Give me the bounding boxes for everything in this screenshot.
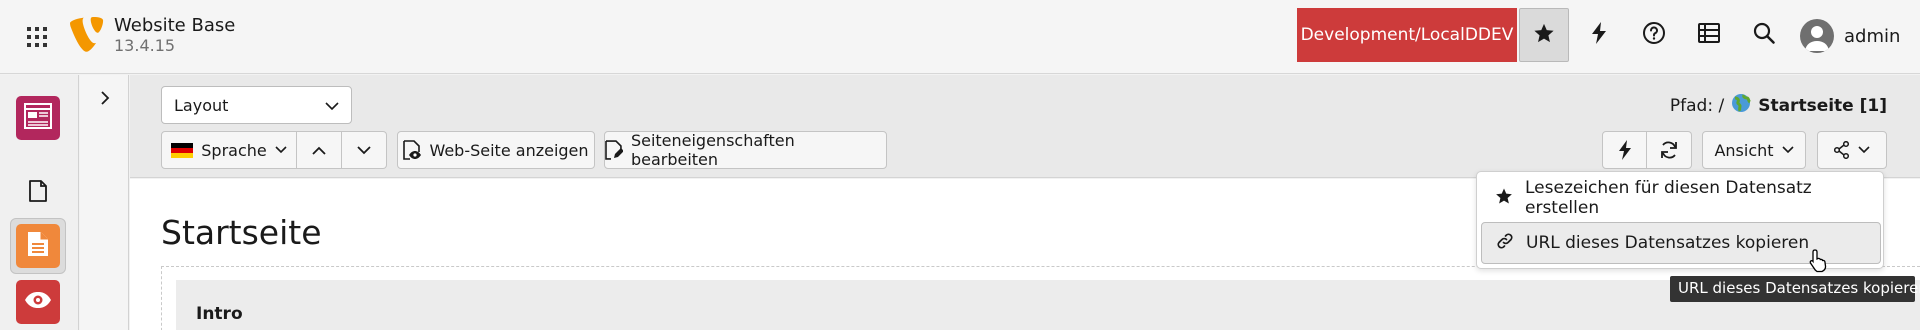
page-tree-column (80, 75, 129, 330)
user-name: admin (1844, 25, 1901, 47)
language-button[interactable]: Sprache (161, 131, 297, 169)
list-icon (1698, 23, 1720, 47)
lightning-icon (1591, 22, 1607, 48)
user-menu[interactable]: admin (1800, 17, 1900, 55)
module-view[interactable] (16, 280, 60, 324)
move-up-button[interactable] (297, 131, 342, 169)
page-column: Intro (161, 266, 1920, 330)
move-down-button[interactable] (342, 131, 387, 169)
column-title: Intro (196, 304, 243, 324)
copy-url-label: URL dieses Datensatzes kopieren (1526, 233, 1810, 253)
path-page[interactable]: Startseite [1] (1758, 96, 1887, 116)
bookmark-record-item[interactable]: Lesezeichen für diesen Datensatz erstell… (1481, 177, 1881, 219)
document-icon (29, 180, 47, 206)
chevron-right-icon[interactable] (94, 87, 116, 109)
module-file[interactable] (16, 171, 60, 215)
site-version: 13.4.15 (114, 36, 176, 55)
language-label: Sprache (201, 140, 267, 160)
link-icon (1496, 232, 1514, 255)
refresh-icon (1661, 141, 1677, 159)
environment-badge[interactable]: Development/LocalDDEV (1297, 8, 1517, 62)
avatar (1800, 19, 1834, 53)
chevron-down-icon (275, 146, 287, 154)
help-circle-icon (1642, 21, 1666, 49)
module-page[interactable] (16, 96, 60, 140)
layout-select-value: Layout (174, 95, 229, 115)
system-info-button[interactable] (1684, 8, 1734, 62)
flag-de-icon (171, 142, 194, 158)
module-layout[interactable] (16, 224, 60, 268)
share-dropdown-button[interactable] (1817, 131, 1887, 169)
apps-grid-icon[interactable] (20, 21, 54, 53)
share-icon (1834, 141, 1850, 159)
bookmarks-button[interactable] (1519, 8, 1569, 62)
reload-button[interactable] (1647, 131, 1692, 169)
topbar: Website Base 13.4.15 Development/LocalDD… (0, 0, 1920, 74)
eye-icon (24, 291, 52, 313)
typo3-logo-icon[interactable] (70, 16, 104, 54)
view-page-icon (403, 140, 422, 160)
module-menu (0, 75, 79, 330)
page-column-header: Intro (176, 280, 1920, 330)
path-label: Pfad: / (1669, 95, 1725, 116)
clear-cache-button[interactable] (1574, 8, 1624, 62)
page-module-icon (24, 103, 52, 133)
view-webpage-button[interactable]: Web-Seite anzeigen (397, 131, 595, 169)
site-name: Website Base (114, 15, 236, 36)
edit-page-properties-label: Seiteneigenschaften bearbeiten (630, 131, 795, 169)
search-icon (1753, 22, 1775, 48)
view-dropdown-button[interactable]: Ansicht (1702, 131, 1806, 169)
help-button[interactable] (1629, 8, 1679, 62)
breadcrumb: Pfad: / Startseite [1] (1670, 93, 1887, 118)
page-title: Startseite (161, 213, 322, 252)
view-label: Ansicht (1714, 140, 1774, 160)
chevron-down-icon (357, 145, 371, 154)
globe-icon (1731, 93, 1752, 118)
star-icon (1533, 22, 1555, 48)
lightning-icon (1618, 140, 1631, 160)
chevron-down-icon (325, 96, 339, 115)
star-icon (1495, 187, 1513, 210)
chevron-down-icon (1858, 146, 1870, 154)
layout-select[interactable]: Layout (161, 86, 352, 124)
search-button[interactable] (1739, 8, 1789, 62)
tooltip: URL dieses Datensatzes kopieren (1670, 276, 1920, 302)
view-webpage-label: Web-Seite anzeigen (429, 140, 589, 160)
chevron-down-icon (1781, 146, 1794, 154)
clear-page-cache-button[interactable] (1602, 131, 1647, 169)
edit-page-icon (605, 140, 623, 160)
hand-cursor-icon (1807, 248, 1831, 274)
bookmark-record-label: Lesezeichen für diesen Datensatz erstell… (1525, 178, 1812, 218)
doc-header: Layout Sprache Web-Seite anzeigen Seiten… (130, 75, 1920, 178)
layout-page-icon (27, 231, 49, 261)
chevron-up-icon (312, 146, 326, 155)
edit-page-properties-button[interactable]: Seiteneigenschaften bearbeiten (604, 131, 887, 169)
